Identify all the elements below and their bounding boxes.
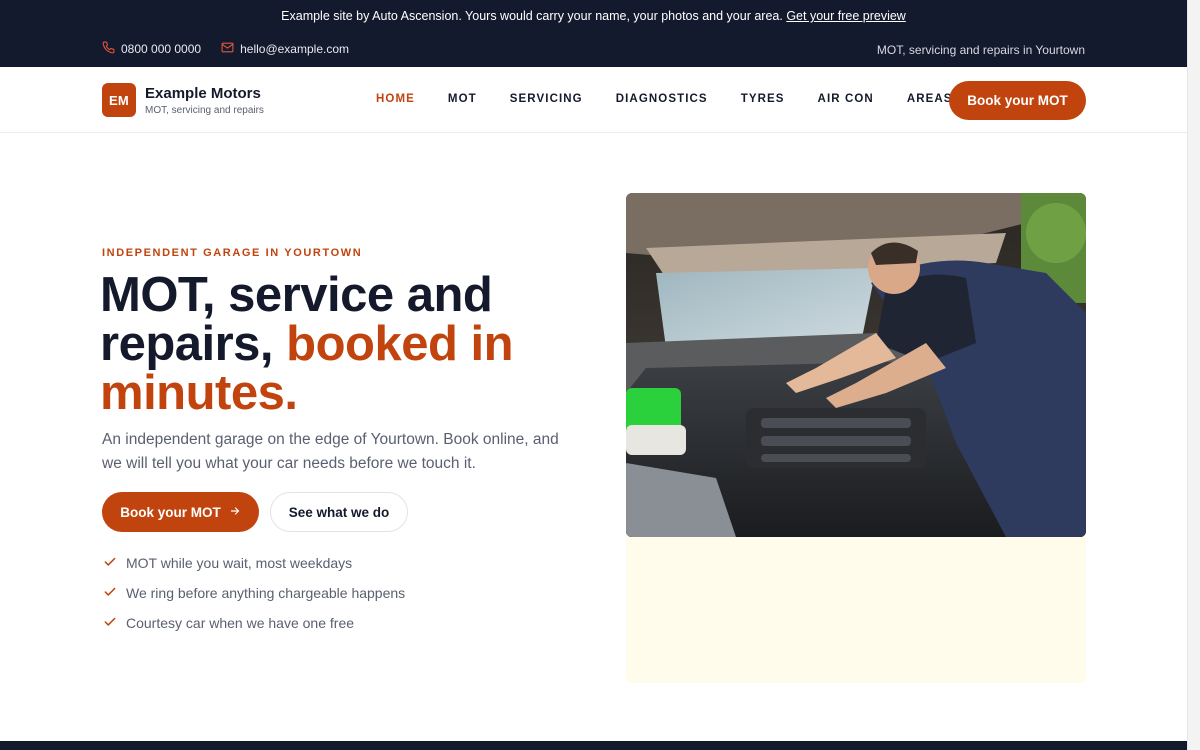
benefit-item: Courtesy car when we have one free [103, 608, 405, 638]
nav-item-areas[interactable]: AREAS [907, 93, 953, 105]
mechanic-engine-photo [626, 193, 1086, 537]
benefit-item: MOT while you wait, most weekdays [103, 548, 405, 578]
brand-name: Example Motors [145, 84, 261, 102]
hero-image-card [626, 193, 1086, 683]
benefits-list: MOT while you wait, most weekdays We rin… [103, 548, 405, 638]
benefit-text: Courtesy car when we have one free [126, 615, 355, 631]
email-contact[interactable]: hello@example.com [221, 41, 349, 57]
nav-links: HOME MOT SERVICING DIAGNOSTICS TYRES AIR… [376, 93, 986, 105]
hero-headline: MOT, service and repairs, booked in minu… [100, 271, 570, 418]
check-icon [103, 585, 117, 602]
nav-item-air-con[interactable]: AIR CON [818, 93, 874, 105]
check-icon [103, 555, 117, 572]
nav-item-servicing[interactable]: SERVICING [510, 93, 583, 105]
top-banner: Example site by Auto Ascension. Yours wo… [0, 0, 1187, 67]
nav-item-tyres[interactable]: TYRES [741, 93, 785, 105]
brand-subtitle: MOT, servicing and repairs [145, 104, 264, 116]
hero-book-mot-button[interactable]: Book your MOT [102, 492, 259, 532]
benefit-item: We ring before anything chargeable happe… [103, 578, 405, 608]
contact-row: 0800 000 0000 hello@example.com [102, 41, 349, 57]
brand-logo: EM [102, 83, 136, 117]
free-preview-link[interactable]: Get your free preview [786, 9, 906, 23]
mail-icon [221, 41, 234, 57]
check-icon [103, 615, 117, 632]
location-tagline: MOT, servicing and repairs in Yourtown [876, 43, 1085, 57]
footer-edge [0, 741, 1187, 750]
main-navbar: EM Example Motors MOT, servicing and rep… [0, 67, 1187, 133]
nav-item-home[interactable]: HOME [376, 93, 415, 105]
hero-book-mot-label: Book your MOT [120, 504, 221, 520]
brand-text: Example Motors MOT, servicing and repair… [145, 85, 264, 116]
nav-item-mot[interactable]: MOT [448, 93, 477, 105]
benefit-text: We ring before anything chargeable happe… [126, 585, 406, 601]
phone-icon [102, 41, 115, 57]
phone-number: 0800 000 0000 [121, 42, 202, 56]
page: Example site by Auto Ascension. Yours wo… [0, 0, 1187, 750]
hero-eyebrow: INDEPENDENT GARAGE IN YOURTOWN [102, 247, 363, 259]
brand[interactable]: EM Example Motors MOT, servicing and rep… [102, 83, 264, 117]
page-scrollbar[interactable] [1187, 0, 1200, 750]
email-address: hello@example.com [240, 42, 349, 56]
preview-notice: Example site by Auto Ascension. Yours wo… [0, 9, 1187, 23]
see-services-button[interactable]: See what we do [270, 492, 408, 532]
phone-contact[interactable]: 0800 000 0000 [102, 41, 201, 57]
benefit-text: MOT while you wait, most weekdays [126, 555, 353, 571]
preview-notice-text: Example site by Auto Ascension. Yours wo… [281, 9, 783, 23]
nav-item-diagnostics[interactable]: DIAGNOSTICS [616, 93, 708, 105]
hero-lede: An independent garage on the edge of You… [102, 431, 559, 472]
arrow-right-icon [229, 505, 241, 520]
nav-book-mot-button[interactable]: Book your MOT [949, 81, 1086, 120]
